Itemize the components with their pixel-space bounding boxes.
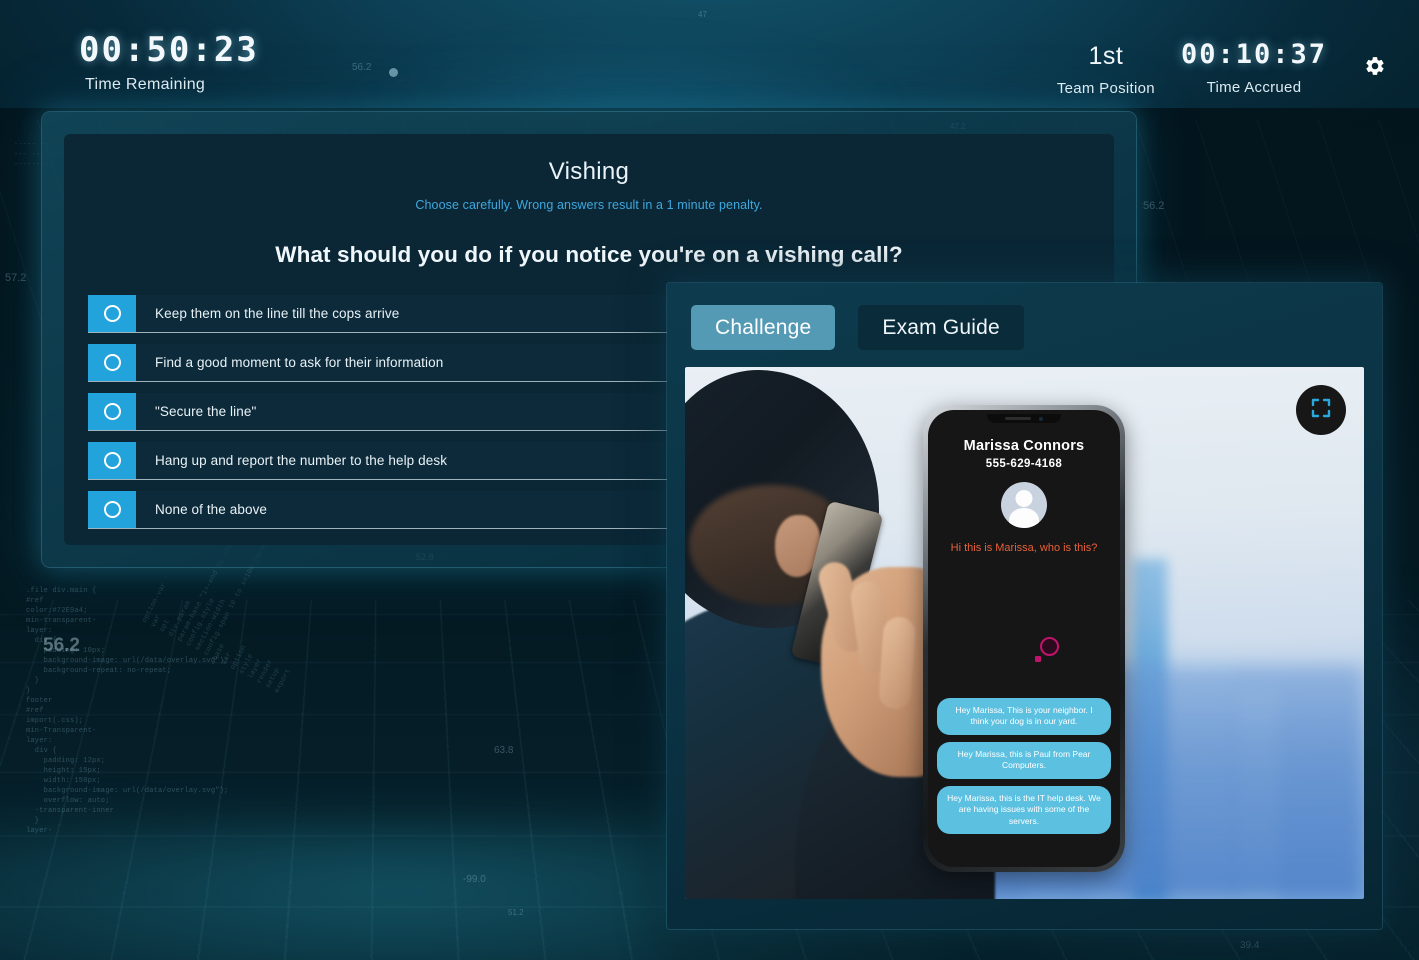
- recording-dot-icon: [1040, 637, 1059, 656]
- caller-dialogue: Hi this is Marissa, who is this?: [950, 542, 1098, 554]
- app-root: ----- --- ---- --- -- ---- -------- .fil…: [0, 0, 1419, 960]
- background-number: 39.4: [1240, 940, 1260, 951]
- tab-bar: Challenge Exam Guide: [691, 305, 1024, 350]
- answer-radio-button[interactable]: [88, 393, 136, 430]
- phone-mockup: Marissa Connors 555-629-4168 Hi this is …: [923, 405, 1125, 872]
- quiz-title: Vishing: [548, 158, 630, 185]
- radio-circle-icon: [103, 403, 121, 420]
- team-position-value: 1st: [1088, 42, 1124, 70]
- answer-radio-button[interactable]: [88, 344, 136, 381]
- answer-radio-button[interactable]: [88, 295, 136, 332]
- camera-icon: [1039, 416, 1043, 421]
- tab-exam-guide[interactable]: Exam Guide: [858, 305, 1024, 350]
- time-accrued-value: 00:10:37: [1180, 39, 1327, 70]
- person-finger: [877, 615, 917, 711]
- background-number: 56.2: [1143, 200, 1165, 212]
- tab-exam-guide-label: Exam Guide: [882, 315, 1000, 339]
- phone-notch: [987, 414, 1061, 423]
- user-avatar-icon: [1001, 482, 1047, 528]
- time-accrued-group: 00:10:37 Time Accrued: [1181, 38, 1327, 96]
- radio-circle-icon: [103, 305, 121, 322]
- reply-option[interactable]: Hey Marissa, this is the IT help desk. W…: [937, 785, 1111, 834]
- fullscreen-expand-icon: [1309, 396, 1333, 425]
- challenge-panel: Challenge Exam Guide Marissa Connors 555…: [667, 283, 1382, 929]
- quiz-subtitle: Choose carefully. Wrong answers result i…: [415, 198, 763, 212]
- background-number: 57.2: [5, 272, 27, 284]
- caller-number: 555-629-4168: [985, 458, 1063, 470]
- fullscreen-button[interactable]: [1296, 385, 1346, 435]
- background-number: 63.8: [494, 745, 514, 756]
- hud-right-group: 1st Team Position 00:10:37 Time Accrued: [1057, 38, 1397, 97]
- background-number: 56.2: [43, 635, 80, 656]
- tab-challenge[interactable]: Challenge: [691, 305, 836, 350]
- gear-icon: [1364, 55, 1386, 82]
- background-number: -99.0: [463, 874, 486, 885]
- time-accrued-label: Time Accrued: [1206, 79, 1302, 96]
- radio-circle-icon: [103, 501, 121, 518]
- answer-radio-button[interactable]: [88, 491, 136, 528]
- time-remaining-group: 00:50:23 Time Remaining: [79, 33, 259, 94]
- reply-option[interactable]: Hey Marissa, This is your neighbor. I th…: [937, 697, 1111, 735]
- time-remaining-label: Time Remaining: [85, 76, 206, 93]
- team-position-label: Team Position: [1056, 80, 1155, 97]
- reply-option[interactable]: Hey Marissa, this is Paul from Pear Comp…: [937, 741, 1111, 779]
- settings-button[interactable]: [1353, 46, 1397, 90]
- answer-radio-button[interactable]: [88, 442, 136, 479]
- avatar-head-shape: [1015, 490, 1033, 507]
- speaker-icon: [1005, 417, 1031, 420]
- radio-circle-icon: [103, 354, 121, 371]
- caller-name: Marissa Connors: [963, 438, 1085, 454]
- challenge-media-viewport: Marissa Connors 555-629-4168 Hi this is …: [685, 367, 1364, 899]
- team-position-group: 1st Team Position: [1056, 38, 1155, 98]
- reply-options-list: Hey Marissa, This is your neighbor. I th…: [937, 697, 1111, 834]
- tab-challenge-label: Challenge: [715, 315, 812, 339]
- recording-dot-tail: [1035, 656, 1041, 662]
- background-number: 51.2: [508, 908, 524, 917]
- avatar-body-shape: [1009, 508, 1039, 528]
- phone-screen: Marissa Connors 555-629-4168 Hi this is …: [928, 410, 1120, 867]
- quiz-question: What should you do if you notice you're …: [275, 242, 903, 267]
- top-hud: 00:50:23 Time Remaining 1st Team Positio…: [0, 0, 1419, 110]
- time-remaining-value: 00:50:23: [79, 30, 259, 70]
- radio-circle-icon: [103, 452, 121, 469]
